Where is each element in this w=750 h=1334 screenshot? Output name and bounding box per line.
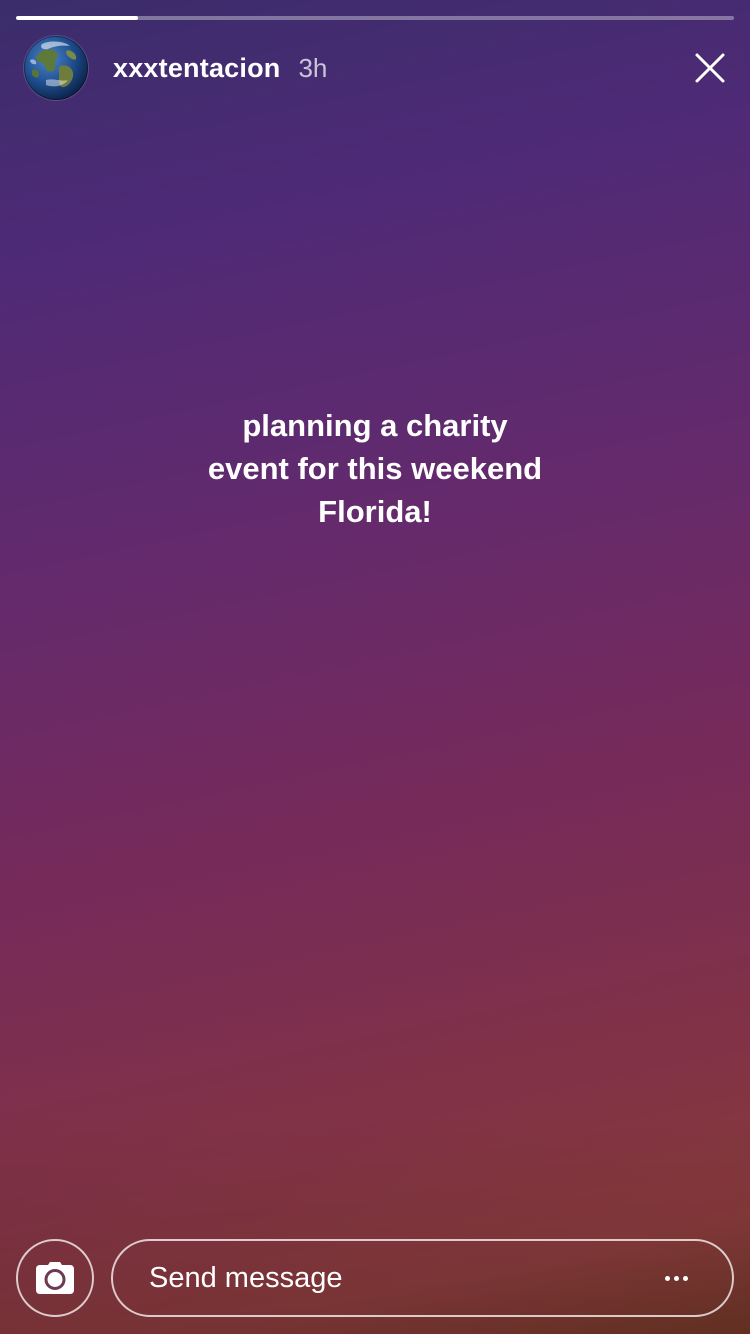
send-message-input[interactable] [149,1261,656,1295]
camera-icon [36,1262,74,1294]
earth-globe-avatar-icon [24,36,88,100]
camera-button[interactable] [16,1239,94,1317]
story-text: planning a charity event for this weeken… [0,404,750,533]
more-horizontal-icon [673,1275,679,1281]
story-text-line: event for this weekend [207,451,543,486]
story-progress-fill [16,16,139,20]
avatar[interactable] [24,36,88,100]
more-horizontal-icon [664,1275,670,1281]
more-horizontal-icon [682,1275,688,1281]
message-box[interactable] [111,1239,734,1317]
story-text-line: Florida! [318,494,432,529]
story-progress-bar [16,16,734,20]
close-button[interactable] [688,46,732,90]
story-footer [16,1238,734,1318]
story-header: xxxtentacion 3h [24,36,732,100]
more-options-button[interactable] [656,1258,696,1298]
story-timestamp: 3h [298,52,328,83]
story-text-line: planning a charity [242,408,508,443]
story-viewer[interactable]: xxxtentacion 3h planning a charity event… [0,0,750,1334]
story-username[interactable]: xxxtentacion [113,53,280,84]
close-icon [695,53,725,83]
